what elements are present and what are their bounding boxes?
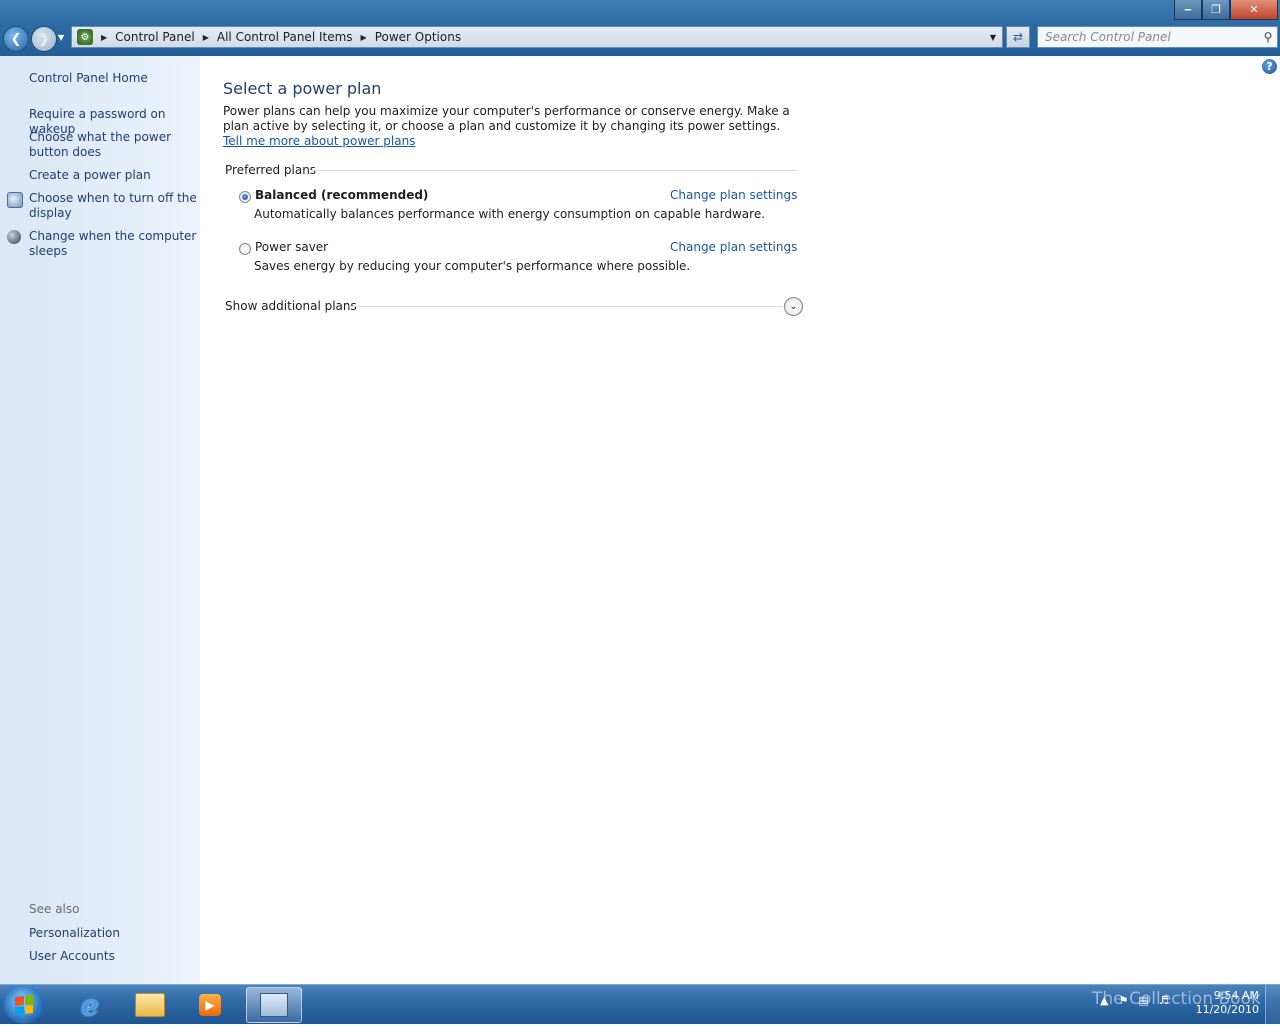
balanced-radio[interactable] (239, 191, 251, 203)
breadcrumb-separator-icon[interactable]: ▶ (101, 33, 107, 42)
taskbar-windows-explorer[interactable] (122, 987, 178, 1023)
minimize-button[interactable]: ‒ (1174, 0, 1202, 20)
nav-link-label[interactable]: Change when the computer sleeps (29, 229, 197, 259)
power-saver-plan-name[interactable]: Power saver (255, 240, 328, 254)
breadcrumb-separator-icon[interactable]: ▶ (203, 33, 209, 42)
balanced-plan-description: Automatically balances performance with … (254, 207, 766, 221)
display-clock-icon (7, 192, 23, 208)
nav-create-power-plan[interactable]: Create a power plan (29, 168, 197, 183)
volume-icon[interactable]: ♬ (1159, 994, 1169, 1007)
arrow-left-icon: ❮ (10, 31, 22, 47)
clock-date: 11/20/2010 (1195, 1003, 1259, 1016)
balanced-change-settings-link[interactable]: Change plan settings (670, 188, 797, 202)
nav-link-label[interactable]: Choose when to turn off the display (29, 191, 197, 221)
taskbar-control-panel[interactable] (246, 987, 302, 1023)
sleep-moon-icon (7, 230, 21, 244)
network-icon[interactable]: ▤ (1138, 994, 1148, 1007)
search-icon[interactable]: ⚲ (1259, 30, 1277, 44)
chevron-down-icon: ⌄ (789, 301, 798, 312)
power-saver-change-settings-link[interactable]: Change plan settings (670, 240, 797, 254)
preferred-plans-heading: Preferred plans (225, 163, 317, 177)
nav-turn-off-display[interactable]: Choose when to turn off the display (29, 191, 197, 221)
nav-power-button[interactable]: Choose what the power button does (29, 130, 197, 160)
windows-logo-icon (15, 995, 33, 1015)
nav-computer-sleeps[interactable]: Change when the computer sleeps (29, 229, 197, 259)
refresh-icon: ⇄ (1012, 30, 1024, 44)
page-title: Select a power plan (223, 79, 382, 98)
breadcrumb-control-panel[interactable]: Control Panel (115, 30, 195, 44)
breadcrumb-separator-icon[interactable]: ▶ (361, 33, 367, 42)
nav-link-label[interactable]: Personalization (29, 926, 197, 941)
notification-area: ▲ ⚑ ▤ ♬ (1100, 994, 1169, 1007)
internet-explorer-icon: e (81, 988, 99, 1022)
close-button[interactable]: ✕ (1230, 0, 1278, 20)
nav-link-label[interactable]: Control Panel Home (29, 71, 197, 86)
breadcrumb-power-options[interactable]: Power Options (375, 30, 461, 44)
taskbar-media-player[interactable]: ▶ (182, 987, 238, 1023)
show-hidden-icons-icon[interactable]: ▲ (1100, 994, 1108, 1007)
tell-me-more-link[interactable]: Tell me more about power plans (223, 134, 415, 148)
start-button[interactable] (4, 986, 44, 1024)
arrow-right-icon: ❯ (38, 31, 50, 47)
power-saver-plan-description: Saves energy by reducing your computer's… (254, 259, 691, 273)
intro-paragraph: Power plans can help you maximize your c… (223, 104, 790, 133)
nav-personalization[interactable]: Personalization (29, 926, 197, 941)
power-saver-radio[interactable] (239, 243, 251, 255)
search-box[interactable]: ⚲ (1037, 26, 1278, 48)
nav-control-panel-home[interactable]: Control Panel Home (29, 71, 197, 86)
address-dropdown-icon[interactable]: ▼ (984, 33, 1002, 42)
clock-time: 9:54 AM (1213, 989, 1259, 1002)
taskbar-internet-explorer[interactable]: e (62, 987, 118, 1023)
window-controls: ‒ ❐ ✕ (1174, 0, 1278, 20)
breadcrumb-all-control-panel-items[interactable]: All Control Panel Items (217, 30, 353, 44)
expand-additional-plans-button[interactable]: ⌄ (784, 297, 803, 316)
help-icon[interactable]: ? (1262, 59, 1277, 74)
nav-user-accounts[interactable]: User Accounts (29, 949, 197, 964)
forward-button[interactable]: ❯ (31, 26, 57, 52)
show-desktop-button[interactable] (1265, 985, 1280, 1025)
back-button[interactable]: ❮ (3, 26, 29, 52)
media-player-icon: ▶ (199, 994, 221, 1016)
folder-icon (135, 993, 165, 1017)
window-title-bar: ‒ ❐ ✕ ❮ ❯ ▼ ⚙ ▶ Control Panel ▶ All Cont… (0, 0, 1280, 56)
address-bar[interactable]: ⚙ ▶ Control Panel ▶ All Control Panel It… (71, 26, 1003, 48)
show-additional-plans-label[interactable]: Show additional plans (225, 299, 357, 313)
see-also-heading: See also (29, 902, 80, 916)
recent-pages-button[interactable]: ▼ (58, 33, 64, 42)
maximize-button[interactable]: ❐ (1202, 0, 1230, 20)
nav-link-label[interactable]: Create a power plan (29, 168, 197, 183)
intro-text: Power plans can help you maximize your c… (223, 104, 803, 149)
nav-link-label[interactable]: Choose what the power button does (29, 130, 197, 160)
group-divider (349, 306, 783, 307)
taskbar: e ▶ The Collection Book ▲ ⚑ ▤ ♬ 9:54 AM … (0, 984, 1280, 1025)
search-input[interactable] (1038, 29, 1259, 45)
left-navigation-pane: Control Panel Home Require a password on… (0, 56, 200, 984)
control-panel-icon: ⚙ (77, 29, 93, 45)
control-panel-window-icon (260, 993, 288, 1017)
action-center-flag-icon[interactable]: ⚑ (1118, 994, 1128, 1007)
balanced-plan-name[interactable]: Balanced (recommended) (255, 188, 428, 202)
group-divider (311, 170, 798, 171)
nav-link-label[interactable]: User Accounts (29, 949, 197, 964)
system-clock[interactable]: 9:54 AM 11/20/2010 (1196, 989, 1259, 1017)
refresh-button[interactable]: ⇄ (1006, 26, 1030, 48)
